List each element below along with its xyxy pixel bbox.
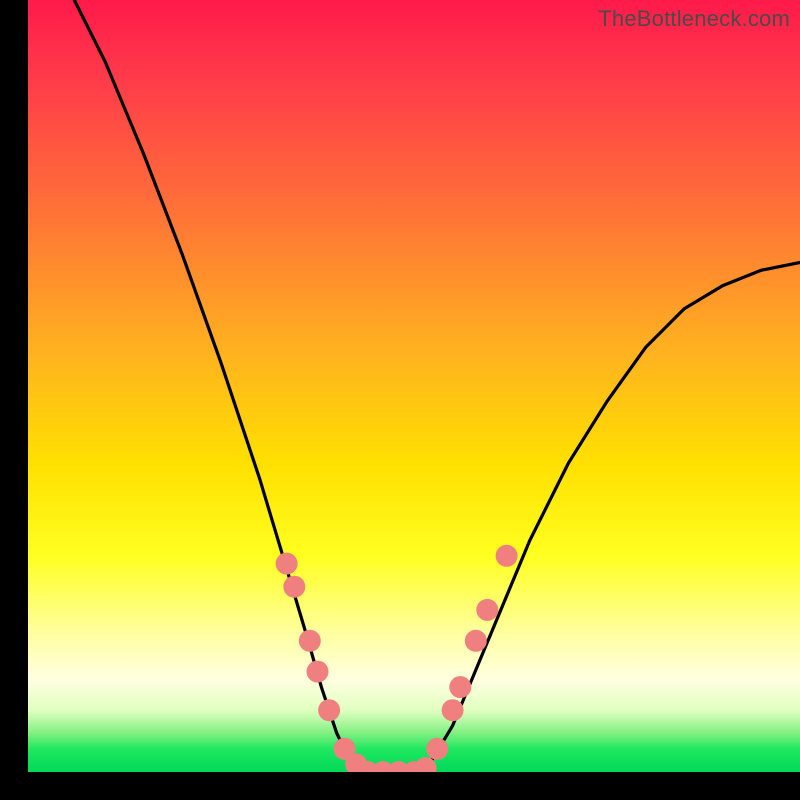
marker-dot bbox=[299, 630, 321, 652]
marker-dot bbox=[283, 576, 305, 598]
marker-dot bbox=[276, 553, 298, 575]
marker-dot bbox=[449, 676, 471, 698]
marker-dot bbox=[496, 545, 518, 567]
marker-dot bbox=[476, 599, 498, 621]
marker-dot bbox=[442, 699, 464, 721]
marker-dot bbox=[465, 630, 487, 652]
chart-frame: TheBottleneck.com bbox=[0, 0, 800, 800]
marker-dot bbox=[307, 661, 329, 683]
bottleneck-curve bbox=[74, 0, 800, 772]
plot-area: TheBottleneck.com bbox=[28, 0, 800, 772]
marker-dot bbox=[318, 699, 340, 721]
curve-svg bbox=[28, 0, 800, 772]
marker-dot bbox=[426, 738, 448, 760]
